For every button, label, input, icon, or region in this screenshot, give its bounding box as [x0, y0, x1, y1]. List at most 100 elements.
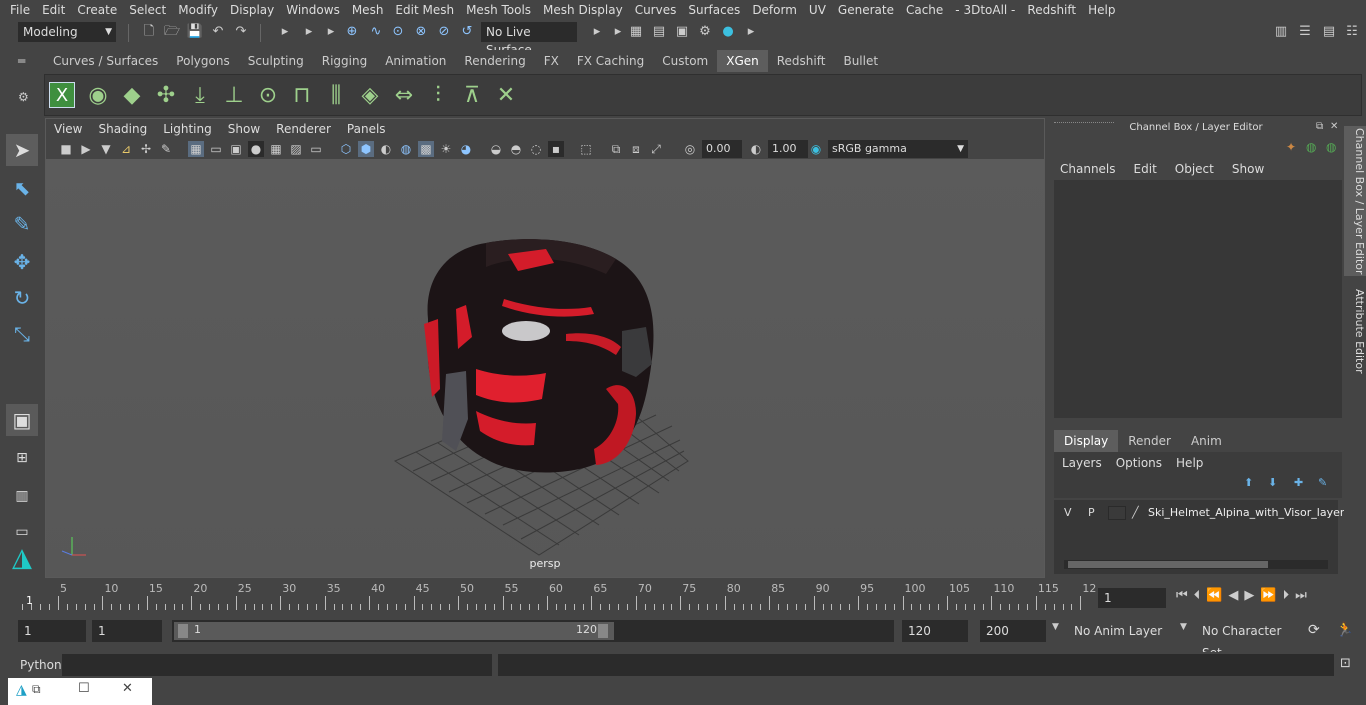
guide-comb-icon[interactable]: ⫶: [423, 80, 453, 110]
layer-menu-layers[interactable]: Layers: [1062, 456, 1102, 470]
menu-windows[interactable]: Windows: [280, 3, 346, 17]
outliner-layout-icon[interactable]: ▥: [6, 480, 38, 512]
character-set-dropdown[interactable]: No Character Set: [1196, 620, 1298, 660]
layer-visibility-toggle[interactable]: V: [1064, 506, 1072, 519]
safe-action-icon[interactable]: ▨: [288, 141, 304, 157]
tab-curves-surfaces[interactable]: Curves / Surfaces: [44, 50, 168, 72]
add-guide-icon[interactable]: ⊥: [219, 80, 249, 110]
anim-layer-dropdown[interactable]: No Anim Layer: [1068, 620, 1172, 642]
menu-select[interactable]: Select: [123, 3, 172, 17]
vp-menu-view[interactable]: View: [46, 119, 90, 139]
select-tool-icon[interactable]: ➤: [6, 134, 38, 166]
save-scene-icon[interactable]: 💾: [186, 23, 204, 41]
render-sequence-icon[interactable]: ▤: [650, 23, 668, 41]
channel-list[interactable]: [1054, 180, 1342, 418]
textured-icon[interactable]: ◍: [398, 141, 414, 157]
cb-menu-edit[interactable]: Edit: [1134, 162, 1157, 176]
tab-rigging[interactable]: Rigging: [312, 50, 377, 72]
depth-of-field-icon[interactable]: ◌: [528, 141, 544, 157]
isolate-select-icon[interactable]: ▪: [548, 141, 564, 157]
modeling-toolkit-icon[interactable]: ▥: [1272, 23, 1290, 41]
new-scene-icon[interactable]: 🗋: [140, 23, 158, 41]
vp-menu-show[interactable]: Show: [220, 119, 268, 139]
field-chart-icon[interactable]: ▦: [268, 141, 284, 157]
menu-file[interactable]: File: [4, 3, 36, 17]
layer-row[interactable]: V P ╱ Ski_Helmet_Alpina_with_Visor_layer: [1058, 505, 1344, 523]
move-layer-down-icon[interactable]: ⬇: [1268, 476, 1277, 489]
menu-display[interactable]: Display: [224, 3, 280, 17]
smooth-shade-icon[interactable]: ⬢: [358, 141, 374, 157]
wireframe-icon[interactable]: ⬡: [338, 141, 354, 157]
menu-surfaces[interactable]: Surfaces: [682, 3, 746, 17]
single-view-icon[interactable]: ▣: [6, 404, 38, 436]
add-guide-icon[interactable]: ✣: [151, 80, 181, 110]
tab-polygons[interactable]: Polygons: [167, 50, 239, 72]
use-all-lights-icon[interactable]: ▩: [418, 141, 434, 157]
menu-edit-mesh[interactable]: Edit Mesh: [389, 3, 460, 17]
lasso-tool-icon[interactable]: ⬉: [6, 172, 38, 204]
move-tool-icon[interactable]: ✥: [6, 246, 38, 278]
tab-fx[interactable]: FX: [534, 50, 568, 72]
layer-playback-toggle[interactable]: P: [1088, 506, 1095, 519]
snap-view-icon[interactable]: ⊗: [412, 23, 430, 41]
safe-title-icon[interactable]: ▭: [308, 141, 324, 157]
wireframe-on-shaded-icon[interactable]: ◐: [378, 141, 394, 157]
snap-surface-icon[interactable]: ⊘: [435, 23, 453, 41]
lock-icon[interactable]: ◍: [1326, 140, 1336, 154]
scrollbar-thumb[interactable]: [1068, 561, 1268, 568]
step-forward-key-icon[interactable]: ⏩: [1260, 588, 1276, 603]
side-tab-channel-box[interactable]: Channel Box / Layer Editor: [1344, 126, 1366, 276]
gate-mask-icon[interactable]: ●: [248, 141, 264, 157]
xgen-editor-icon[interactable]: X: [49, 82, 75, 108]
layer-menu-options[interactable]: Options: [1116, 456, 1162, 470]
vp-menu-lighting[interactable]: Lighting: [155, 119, 220, 139]
redo-icon[interactable]: ↷: [232, 23, 250, 41]
layer-name[interactable]: Ski_Helmet_Alpina_with_Visor_layer: [1148, 506, 1344, 519]
menu-mesh-tools[interactable]: Mesh Tools: [460, 3, 537, 17]
guide-sculpt-icon[interactable]: ⫼: [321, 80, 351, 110]
undo-icon[interactable]: ↶: [209, 23, 227, 41]
side-tab-attribute-editor[interactable]: Attribute Editor: [1344, 286, 1366, 376]
rotate-tool-icon[interactable]: ↻: [6, 282, 38, 314]
end-time-field[interactable]: 200: [980, 620, 1046, 642]
snap-live-icon[interactable]: ↺: [458, 23, 476, 41]
four-view-icon[interactable]: ⊞: [6, 442, 38, 474]
xgen-preview-icon[interactable]: ◉: [83, 80, 113, 110]
open-scene-icon[interactable]: 🗁: [163, 23, 181, 41]
attribute-editor-icon[interactable]: ☰: [1296, 23, 1314, 41]
command-language-label[interactable]: Python: [20, 658, 62, 672]
menu-deform[interactable]: Deform: [746, 3, 803, 17]
new-layer-selected-icon[interactable]: ✎: [1318, 476, 1327, 489]
gamma-field[interactable]: 1.00: [768, 140, 808, 158]
auto-key-icon[interactable]: ⟳: [1308, 622, 1320, 638]
range-end-grip[interactable]: [598, 624, 608, 638]
tab-redshift[interactable]: Redshift: [767, 50, 835, 72]
tab-sculpting[interactable]: Sculpting: [238, 50, 313, 72]
time-slider[interactable]: 5 10 15 20 25 30 35 40 45 50 55 60 65 70 75 80 85 90 95 100…: [18, 582, 1096, 610]
menu-3dtoall[interactable]: - 3DtoAll -: [949, 3, 1021, 17]
guide-attract-icon[interactable]: ⇔: [389, 80, 419, 110]
close-icon[interactable]: ✕: [122, 681, 133, 696]
camera-attributes-icon[interactable]: ▶: [78, 141, 94, 157]
render-frame-icon[interactable]: ▦: [627, 23, 645, 41]
tab-animation[interactable]: Animation: [376, 50, 456, 72]
step-back-key-icon[interactable]: ⏪: [1206, 588, 1222, 603]
select-guide-icon[interactable]: ⊙: [253, 80, 283, 110]
cb-menu-channels[interactable]: Channels: [1060, 162, 1116, 176]
snap-grid-icon[interactable]: ⊕: [343, 23, 361, 41]
film-gate-icon[interactable]: ▭: [208, 141, 224, 157]
new-layer-icon[interactable]: ✚: [1294, 476, 1303, 489]
menu-create[interactable]: Create: [71, 3, 123, 17]
play-forward-icon[interactable]: ▶: [1244, 588, 1254, 603]
frame-all-icon[interactable]: ⤢: [648, 141, 664, 157]
layer-menu-help[interactable]: Help: [1176, 456, 1203, 470]
exposure-icon[interactable]: ◎: [682, 141, 698, 157]
image-plane-icon[interactable]: ⊿: [118, 141, 134, 157]
visibility-icon[interactable]: ◍: [1306, 140, 1316, 154]
xray-components-icon[interactable]: ⧈: [628, 141, 644, 157]
snap-curve-icon[interactable]: ∿: [367, 23, 385, 41]
cb-menu-show[interactable]: Show: [1232, 162, 1264, 176]
menu-mesh[interactable]: Mesh: [346, 3, 390, 17]
vp-menu-panels[interactable]: Panels: [339, 119, 394, 139]
menu-generate[interactable]: Generate: [832, 3, 900, 17]
